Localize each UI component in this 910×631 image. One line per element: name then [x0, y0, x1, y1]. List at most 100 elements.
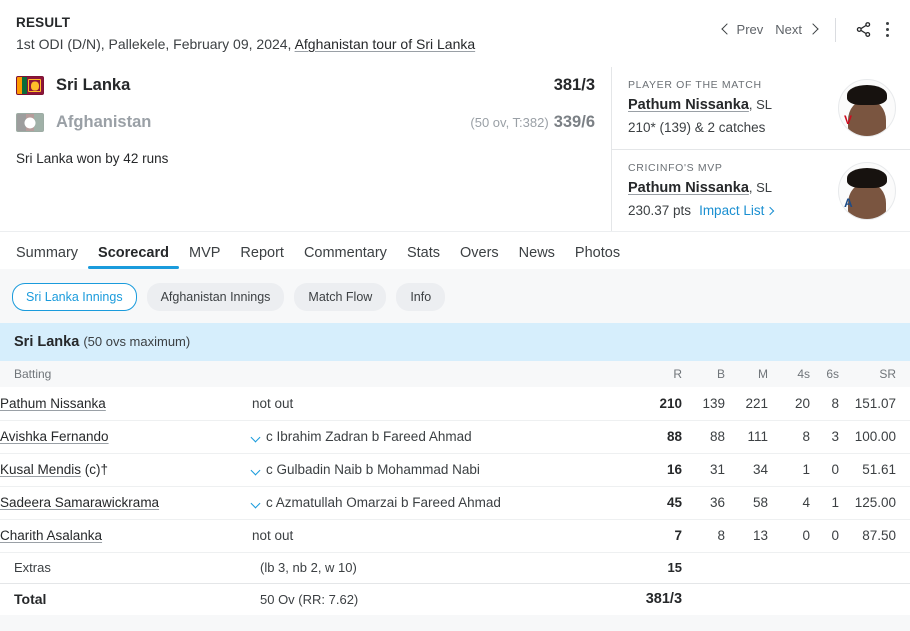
- match-header-card: RESULT 1st ODI (D/N), Pallekele, Februar…: [0, 0, 910, 269]
- batsman-sixes: 0: [810, 453, 840, 487]
- tab-news[interactable]: News: [509, 245, 565, 270]
- dismissal-cell: not out: [252, 387, 643, 421]
- dismissal-text: not out: [252, 395, 294, 411]
- dismissal-cell: c Gulbadin Naib b Mohammad Nabi: [252, 453, 643, 487]
- table-row[interactable]: Kusal Mendis (c)† c Gulbadin Naib b Moha…: [0, 453, 910, 487]
- batsman-balls: 139: [682, 387, 726, 421]
- batsman-link[interactable]: Sadeera Samarawickrama: [0, 495, 159, 510]
- batsman-balls: 8: [682, 519, 726, 553]
- dismissal-cell: c Ibrahim Zadran b Fareed Ahmad: [252, 420, 643, 454]
- tab-overs[interactable]: Overs: [450, 245, 509, 270]
- result-note: Sri Lanka won by 42 runs: [16, 151, 169, 166]
- team-score-away: (50 ov, T:382) 339/6: [470, 113, 595, 132]
- cricinfo-mvp-card: CRICINFO'S MVP Pathum Nissanka, SL 230.3…: [612, 149, 910, 231]
- team-score-home: 381/3: [549, 76, 595, 95]
- extras-detail: (lb 3, nb 2, w 10): [252, 552, 643, 584]
- team-runs-home: 381/3: [553, 76, 595, 94]
- tab-photos[interactable]: Photos: [565, 245, 630, 270]
- dismissal-cell: c Azmatullah Omarzai b Fareed Ahmad: [252, 486, 643, 520]
- dismissal-cell: not out: [252, 519, 643, 553]
- team-runs-away: 339/6: [553, 113, 595, 131]
- mvp-player-link[interactable]: Pathum Nissanka: [628, 180, 749, 196]
- share-button[interactable]: [848, 17, 879, 42]
- chip-info[interactable]: Info: [396, 283, 446, 311]
- potm-player-team: , SL: [748, 97, 773, 112]
- tab-stats[interactable]: Stats: [397, 245, 450, 270]
- table-row[interactable]: Pathum Nissanka not out 210 139 221 20 8…: [0, 387, 910, 421]
- match-head: RESULT 1st ODI (D/N), Pallekele, Februar…: [0, 0, 910, 55]
- potm-player-link[interactable]: Pathum Nissanka: [628, 97, 749, 113]
- batting-table: Batting R B M 4s 6s SR Pathum Nissanka n…: [0, 361, 910, 615]
- batsman-fours: 8: [768, 420, 811, 454]
- innings-team-name: Sri Lanka: [14, 334, 80, 350]
- dismissal-text: c Ibrahim Zadran b Fareed Ahmad: [266, 429, 472, 444]
- impact-list-label: Impact List: [699, 203, 765, 218]
- table-row[interactable]: Sadeera Samarawickrama c Azmatullah Omar…: [0, 486, 910, 520]
- dismissal-text: c Azmatullah Omarzai b Fareed Ahmad: [266, 495, 501, 510]
- innings-filter-chips: Sri Lanka Innings Afghanistan Innings Ma…: [0, 269, 910, 323]
- team-row-away[interactable]: Afghanistan (50 ov, T:382) 339/6: [16, 104, 595, 141]
- batsman-name-cell: Avishka Fernando: [0, 420, 252, 454]
- scorecard-card: Sri Lanka (50 ovs maximum) Batting R B M…: [0, 323, 910, 615]
- batsman-minutes: 34: [725, 453, 769, 487]
- chevron-down-icon[interactable]: [252, 466, 261, 475]
- batsman-fours: 20: [768, 387, 811, 421]
- series-link[interactable]: Afghanistan tour of Sri Lanka: [295, 36, 476, 52]
- tab-commentary[interactable]: Commentary: [294, 245, 397, 270]
- team-row-home[interactable]: Sri Lanka 381/3: [16, 67, 595, 104]
- batsman-link[interactable]: Charith Asalanka: [0, 528, 102, 543]
- extras-row: Extras (lb 3, nb 2, w 10) 15: [0, 552, 910, 584]
- total-label: Total: [14, 591, 47, 608]
- chevron-left-icon: [722, 25, 731, 34]
- batsman-fours: 0: [768, 519, 811, 553]
- extras-value: 15: [642, 552, 683, 584]
- tab-scorecard[interactable]: Scorecard: [88, 245, 179, 270]
- chip-afghanistan-innings[interactable]: Afghanistan Innings: [146, 283, 285, 311]
- col-fours: 4s: [768, 361, 811, 387]
- chevron-right-icon: [808, 25, 817, 34]
- tab-report[interactable]: Report: [230, 245, 294, 270]
- batsman-name-cell: Charith Asalanka: [0, 519, 252, 553]
- prev-button[interactable]: Prev: [716, 19, 770, 40]
- batsman-minutes: 221: [725, 387, 769, 421]
- header-actions: Prev Next: [716, 17, 896, 42]
- chip-match-flow[interactable]: Match Flow: [294, 283, 387, 311]
- next-label: Next: [775, 22, 802, 37]
- potm-avatar-badge: V: [844, 113, 853, 127]
- kebab-menu-icon: [886, 22, 889, 37]
- mvp-player-team: , SL: [748, 180, 773, 195]
- batsman-runs: 210: [642, 387, 683, 421]
- impact-list-link[interactable]: Impact List: [699, 203, 773, 218]
- table-row[interactable]: Avishka Fernando c Ibrahim Zadran b Fare…: [0, 420, 910, 454]
- chevron-down-icon[interactable]: [252, 433, 261, 442]
- col-batting: Batting: [0, 361, 643, 387]
- total-detail: 50 Ov (RR: 7.62): [260, 591, 359, 607]
- batsman-link[interactable]: Avishka Fernando: [0, 429, 109, 444]
- mvp-avatar-badge: A: [844, 195, 853, 210]
- potm-avatar: V: [838, 79, 896, 137]
- tab-mvp[interactable]: MVP: [179, 245, 230, 270]
- batting-rows: Pathum Nissanka not out 210 139 221 20 8…: [0, 387, 910, 615]
- batsman-link[interactable]: Pathum Nissanka: [0, 396, 106, 411]
- col-minutes: M: [725, 361, 769, 387]
- chip-sri-lanka-innings[interactable]: Sri Lanka Innings: [12, 283, 137, 311]
- col-runs: R: [642, 361, 683, 387]
- batsman-role: (c)†: [81, 462, 109, 477]
- chevron-down-icon[interactable]: [252, 499, 261, 508]
- tab-summary[interactable]: Summary: [16, 245, 88, 270]
- team-overs-away: (50 ov, T:382): [470, 115, 549, 130]
- batsman-sixes: 0: [810, 519, 840, 553]
- batsman-link[interactable]: Kusal Mendis: [0, 462, 81, 477]
- batsman-minutes: 111: [725, 420, 769, 454]
- more-options-button[interactable]: [879, 18, 896, 41]
- batsman-runs: 45: [642, 486, 683, 520]
- next-button[interactable]: Next: [769, 19, 823, 40]
- batsman-balls: 36: [682, 486, 726, 520]
- match-tabs: Summary Scorecard MVP Report Commentary …: [0, 231, 910, 269]
- extras-label: Extras: [0, 552, 252, 584]
- team-name-away: Afghanistan: [56, 113, 152, 131]
- batsman-name-cell: Pathum Nissanka: [0, 387, 252, 421]
- prev-label: Prev: [736, 22, 764, 37]
- batsman-strike-rate: 100.00: [839, 420, 910, 454]
- table-row[interactable]: Charith Asalanka not out 7 8 13 0 0 87.5…: [0, 519, 910, 553]
